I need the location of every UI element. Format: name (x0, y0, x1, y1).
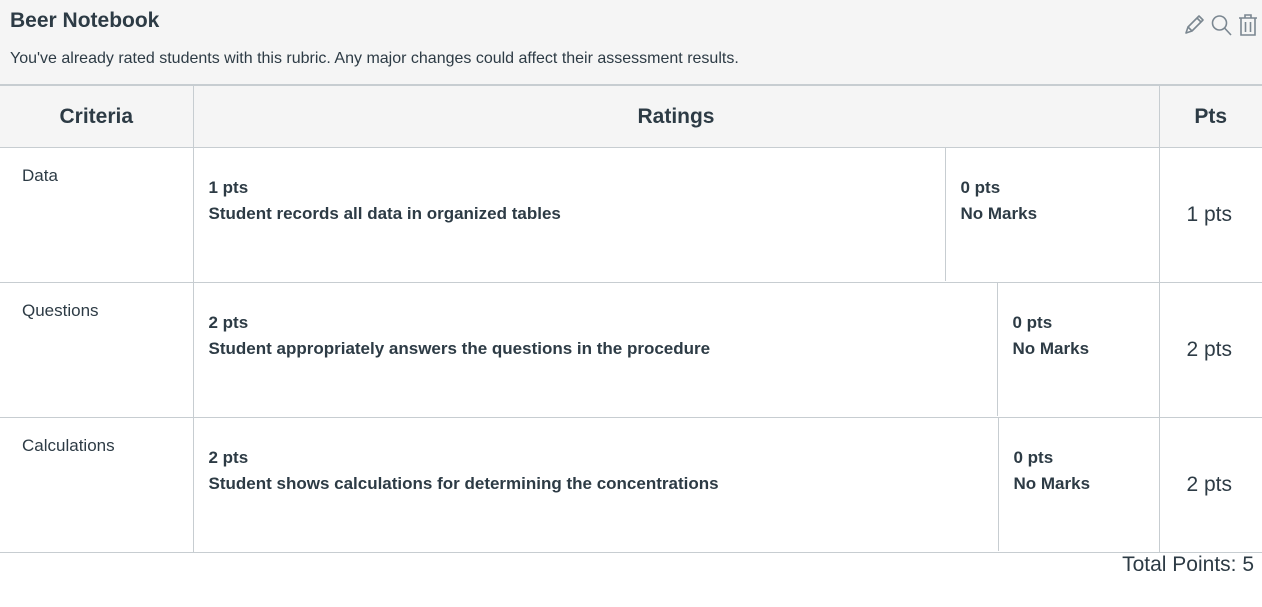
rating-tier: 0 pts No Marks (997, 418, 1159, 551)
criterion-row-questions: Questions 2 pts Student appropriately an… (0, 282, 1262, 418)
total-points: Total Points: 5 (0, 552, 1262, 607)
rubric-header: Beer Notebook You've already rated stude… (0, 0, 1262, 85)
trash-icon[interactable] (1236, 12, 1260, 38)
rating-points: 0 pts (1013, 448, 1054, 467)
rubric-table: Criteria Ratings Pts Data 1 pts Student … (0, 85, 1262, 607)
rubric-title: Beer Notebook (10, 9, 160, 32)
rating-points: 1 pts (208, 178, 249, 197)
rating-tier: 2 pts Student shows calculations for det… (194, 418, 998, 551)
rating-points: 2 pts (208, 448, 249, 467)
rating-description: No Marks (1013, 474, 1091, 494)
total-row: Total Points: 5 (0, 552, 1262, 607)
criterion-points: 2 pts (1158, 417, 1262, 553)
rating-tier: 0 pts No Marks (944, 148, 1159, 281)
ratings-cell: 2 pts Student shows calculations for det… (192, 417, 1160, 553)
rating-description: Student records all data in organized ta… (208, 204, 561, 224)
ratings-column-header: Ratings (192, 85, 1160, 148)
rating-description: No Marks (960, 204, 1038, 224)
rating-description: No Marks (1012, 339, 1090, 359)
rating-points: 0 pts (960, 178, 1001, 197)
criterion-points: 1 pts (1158, 147, 1262, 283)
ratings-cell: 2 pts Student appropriately answers the … (192, 282, 1160, 418)
rating-tier: 1 pts Student records all data in organi… (194, 148, 945, 281)
criteria-column-header: Criteria (0, 85, 194, 148)
rating-points: 0 pts (1012, 313, 1053, 332)
rating-tier: 2 pts Student appropriately answers the … (194, 283, 997, 416)
rubric-actions (1182, 12, 1260, 38)
rating-tier: 0 pts No Marks (996, 283, 1159, 416)
rubric-notice: You've already rated students with this … (10, 50, 739, 67)
rubric-panel: Beer Notebook You've already rated stude… (0, 0, 1262, 607)
rating-points: 2 pts (208, 313, 249, 332)
rating-description: Student shows calculations for determini… (208, 474, 719, 494)
criterion-name: Data (0, 147, 194, 283)
criterion-points: 2 pts (1158, 282, 1262, 418)
edit-pencil-icon[interactable] (1182, 12, 1206, 38)
search-icon[interactable] (1209, 12, 1233, 38)
rating-description: Student appropriately answers the questi… (208, 339, 711, 359)
criterion-row-calculations: Calculations 2 pts Student shows calcula… (0, 417, 1262, 553)
ratings-cell: 1 pts Student records all data in organi… (192, 147, 1160, 283)
criterion-name: Questions (0, 282, 194, 418)
pts-column-header: Pts (1158, 85, 1262, 148)
criterion-row-data: Data 1 pts Student records all data in o… (0, 147, 1262, 283)
criterion-name: Calculations (0, 417, 194, 553)
